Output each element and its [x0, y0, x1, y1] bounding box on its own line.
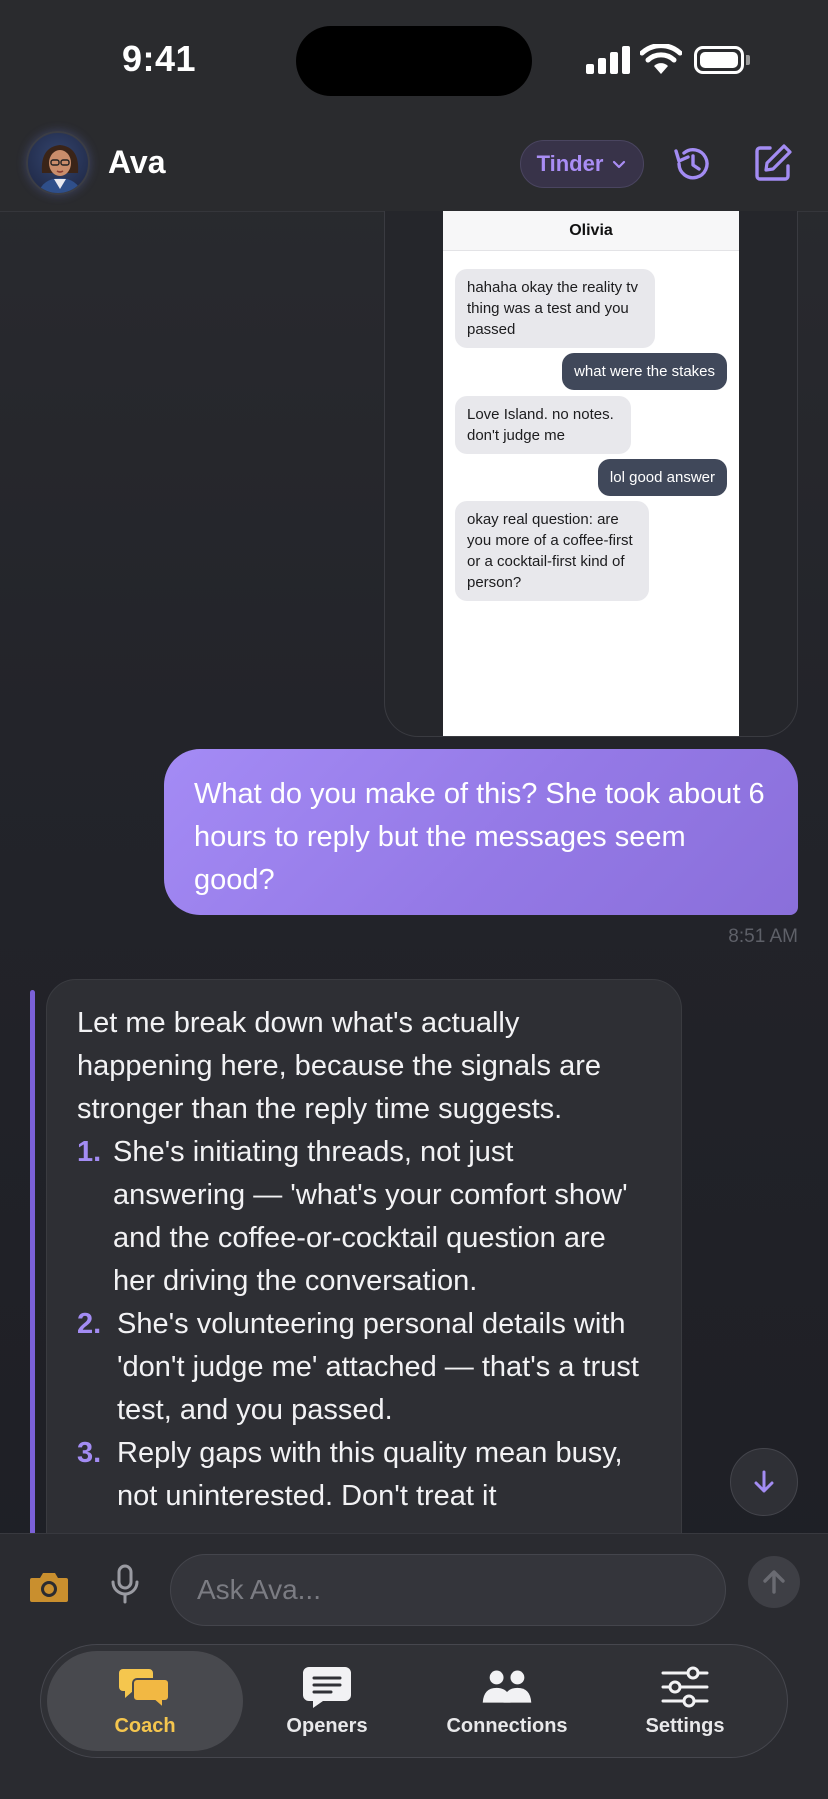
tab-coach[interactable]: Coach	[47, 1651, 243, 1751]
screenshot-message-in: okay real question: are you more of a co…	[455, 501, 649, 601]
message-timestamp: 8:51 AM	[728, 926, 798, 947]
screenshot-message-in: Love Island. no notes. don't judge me	[455, 396, 631, 454]
chat-bubbles-icon	[119, 1668, 170, 1709]
list-item: 2. She's volunteering personal details w…	[77, 1303, 651, 1432]
ai-message-accent-bar	[30, 990, 35, 1535]
dynamic-island	[296, 26, 532, 96]
coach-name: Ava	[108, 144, 166, 180]
ai-message-bubble: Let me break down what's actually happen…	[46, 979, 682, 1599]
avatar[interactable]	[26, 131, 90, 195]
ai-message-list: 1. She's initiating threads, not just an…	[77, 1131, 651, 1518]
cellular-signal-icon	[586, 46, 630, 74]
send-button[interactable]	[748, 1556, 800, 1608]
tab-bar: Coach Openers Connections Settings	[40, 1644, 788, 1758]
camera-icon[interactable]	[28, 1568, 70, 1604]
screenshot-contact-name: Olivia	[443, 211, 739, 251]
coach-portrait-icon	[38, 145, 82, 193]
tab-label: Settings	[645, 1714, 725, 1737]
attached-screenshot[interactable]: Olivia hahaha okay the reality tv thing …	[384, 211, 798, 737]
screenshot-message-in: hahaha okay the reality tv thing was a t…	[455, 269, 655, 348]
status-time: 9:41	[122, 38, 197, 79]
chevron-down-icon	[613, 160, 626, 169]
list-number: 1.	[77, 1136, 102, 1168]
tab-settings[interactable]: Settings	[587, 1651, 783, 1751]
sliders-icon	[661, 1666, 709, 1707]
list-item-text: She's initiating threads, not just answe…	[113, 1136, 628, 1297]
list-item: 3. Reply gaps with this quality mean bus…	[77, 1432, 651, 1518]
list-item-text: Reply gaps with this quality mean busy, …	[117, 1437, 623, 1512]
screenshot-message-out: lol good answer	[597, 459, 727, 496]
arrow-up-icon	[763, 1570, 785, 1594]
user-message-text: What do you make of this? She took about…	[194, 778, 765, 896]
tab-label: Connections	[446, 1714, 568, 1737]
battery-icon	[694, 46, 750, 74]
chat-header: Ava Tinder	[0, 120, 828, 212]
tab-label: Openers	[286, 1714, 368, 1737]
tab-connections[interactable]: Connections	[409, 1651, 605, 1751]
scroll-to-bottom-button[interactable]	[730, 1448, 798, 1516]
tab-label: Coach	[114, 1714, 176, 1737]
message-icon	[303, 1666, 351, 1708]
status-bar: 9:41	[0, 0, 828, 120]
microphone-icon[interactable]	[110, 1564, 140, 1604]
compose-icon[interactable]	[752, 142, 794, 184]
list-number: 2.	[77, 1308, 102, 1340]
platform-label: Tinder	[536, 151, 604, 176]
user-message-bubble: What do you make of this? She took about…	[164, 749, 798, 915]
list-item-text: She's volunteering personal details with…	[117, 1308, 639, 1426]
people-icon	[482, 1670, 532, 1703]
tab-openers[interactable]: Openers	[229, 1651, 425, 1751]
ai-message-intro: Let me break down what's actually happen…	[77, 1007, 601, 1125]
platform-selector[interactable]: Tinder	[520, 140, 644, 188]
arrow-down-icon	[754, 1470, 774, 1493]
screenshot-message-out: what were the stakes	[562, 353, 727, 390]
list-item: 1. She's initiating threads, not just an…	[77, 1131, 651, 1303]
history-icon[interactable]	[670, 142, 714, 186]
screenshot-image: Olivia hahaha okay the reality tv thing …	[443, 211, 739, 736]
list-number: 3.	[77, 1437, 102, 1469]
wifi-icon	[640, 44, 682, 74]
ask-input[interactable]	[170, 1554, 726, 1626]
